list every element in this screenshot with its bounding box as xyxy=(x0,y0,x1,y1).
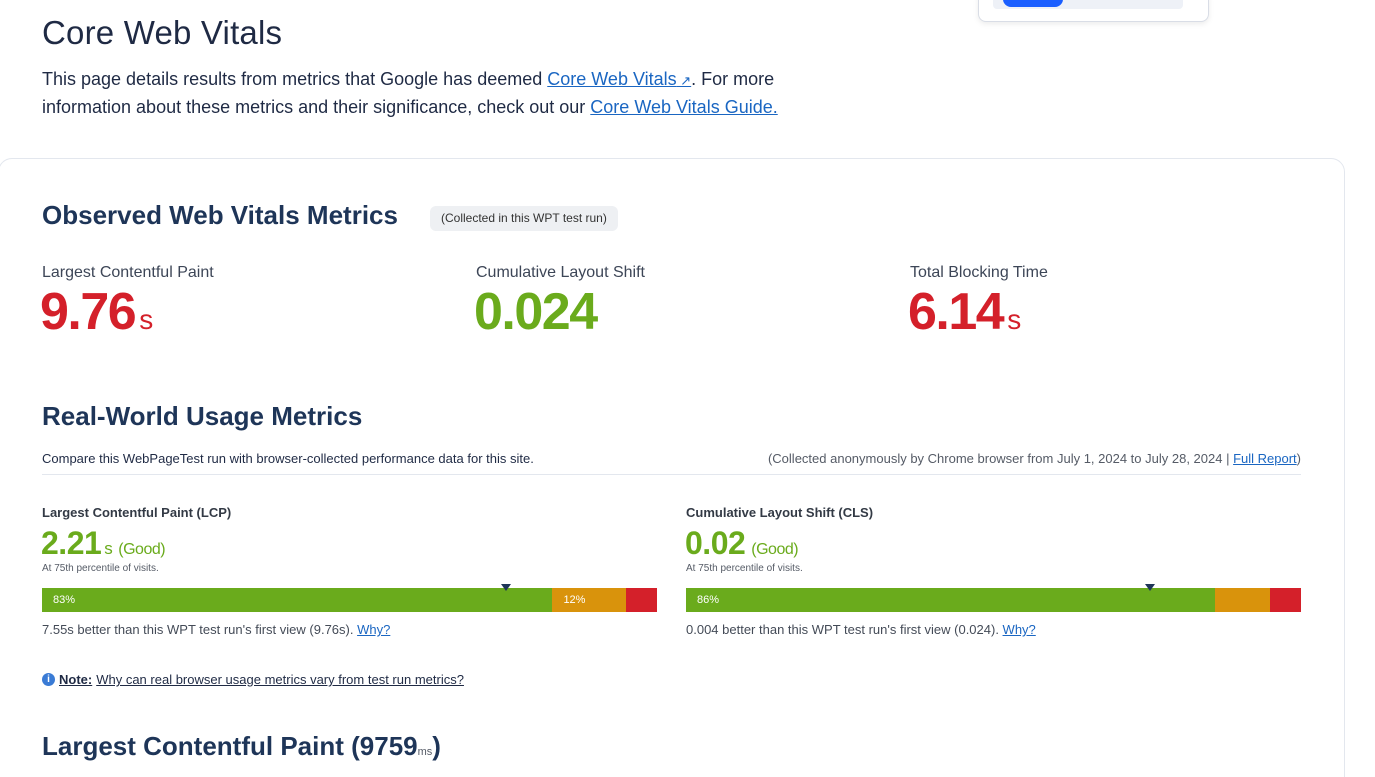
note-label: Note: xyxy=(59,672,93,687)
core-web-vitals-guide-link[interactable]: Core Web Vitals Guide. xyxy=(590,97,777,117)
lcp-why-link[interactable]: Why? xyxy=(357,622,390,637)
lcp-heading-close: ) xyxy=(432,731,441,761)
top-widget[interactable] xyxy=(978,0,1209,22)
observed-cls-label: Cumulative Layout Shift xyxy=(476,264,645,281)
note-link[interactable]: Why can real browser usage metrics vary … xyxy=(96,672,464,687)
observed-tbt-value: 6.14 s xyxy=(908,282,1021,342)
crux-cls-compare: 0.004 better than this WPT test run's fi… xyxy=(686,622,1036,637)
crux-cls-title: Cumulative Layout Shift (CLS) xyxy=(686,505,874,520)
crux-lcp-rating: (Good) xyxy=(118,541,166,558)
observed-tbt-number: 6.14 xyxy=(908,283,1005,341)
crux-cls-value: 0.02 (Good) xyxy=(685,525,799,562)
collected-text: (Collected anonymously by Chrome browser… xyxy=(767,451,1234,466)
crux-cls-distribution-bar: 86% xyxy=(686,588,1301,612)
cls-good-segment: 86% xyxy=(686,588,1215,612)
crux-lcp-number: 2.21 xyxy=(41,525,102,561)
collected-pill: (Collected in this WPT test run) xyxy=(430,206,618,231)
observed-cls-value: 0.024 xyxy=(474,282,598,342)
lcp-heading-text: Largest Contentful Paint ( xyxy=(42,731,360,761)
full-report-link[interactable]: Full Report xyxy=(1233,451,1297,466)
lcp-poor-segment xyxy=(626,588,657,612)
cls-compare-text: 0.004 better than this WPT test run's fi… xyxy=(686,622,1003,637)
note: i Note: Why can real browser usage metri… xyxy=(42,672,464,687)
crux-lcp-percentile: At 75th percentile of visits. xyxy=(42,563,159,574)
observed-tbt-label: Total Blocking Time xyxy=(910,264,1048,281)
crux-cls-percentile: At 75th percentile of visits. xyxy=(686,563,803,574)
lcp-section-heading: Largest Contentful Paint (9759ms) xyxy=(42,731,441,762)
observed-lcp-number: 9.76 xyxy=(40,283,137,341)
info-icon: i xyxy=(42,673,55,686)
crux-lcp-unit: s xyxy=(104,539,113,558)
cls-poor-segment xyxy=(1270,588,1301,612)
observed-lcp-label: Largest Contentful Paint xyxy=(42,264,214,281)
lcp-heading-value: 9759 xyxy=(359,731,418,761)
observed-tbt-unit: s xyxy=(1007,304,1022,335)
realworld-heading: Real-World Usage Metrics xyxy=(42,401,363,431)
core-web-vitals-link[interactable]: Core Web Vitals ↗ xyxy=(547,69,691,89)
cls-p75-marker xyxy=(1145,584,1156,591)
lcp-heading-unit: ms xyxy=(417,746,433,758)
cls-why-link[interactable]: Why? xyxy=(1003,622,1036,637)
lcp-p75-marker xyxy=(501,584,512,591)
realworld-description: Compare this WebPageTest run with browse… xyxy=(42,451,534,466)
observed-lcp-unit: s xyxy=(139,304,154,335)
cls-needs-improvement-segment xyxy=(1214,588,1271,612)
crux-cls-number: 0.02 xyxy=(685,525,746,561)
realworld-collected: (Collected anonymously by Chrome browser… xyxy=(768,451,1301,466)
intro-before: This page details results from metrics t… xyxy=(42,69,548,89)
collected-close: ) xyxy=(1296,451,1301,466)
external-link-icon: ↗ xyxy=(676,73,692,88)
observed-cls-number: 0.024 xyxy=(474,283,598,341)
page-title: Core Web Vitals xyxy=(42,14,283,51)
crux-lcp-title: Largest Contentful Paint (LCP) xyxy=(42,505,232,520)
crux-lcp-value: 2.21 s (Good) xyxy=(41,525,166,562)
lcp-compare-text: 7.55s better than this WPT test run's fi… xyxy=(42,622,358,637)
core-web-vitals-link-text: Core Web Vitals xyxy=(547,69,677,89)
observed-lcp-value: 9.76 s xyxy=(40,282,153,342)
observed-heading: Observed Web Vitals Metrics xyxy=(42,200,398,230)
lcp-needs-improvement-segment: 12% xyxy=(552,588,627,612)
divider xyxy=(42,474,1301,475)
crux-lcp-compare: 7.55s better than this WPT test run's fi… xyxy=(42,622,390,637)
intro-text: This page details results from metrics t… xyxy=(42,66,822,121)
crux-lcp-distribution-bar: 83% 12% xyxy=(42,588,657,612)
crux-cls-rating: (Good) xyxy=(751,541,799,558)
lcp-good-segment: 83% xyxy=(42,588,553,612)
widget-thumbnail xyxy=(1003,0,1063,7)
